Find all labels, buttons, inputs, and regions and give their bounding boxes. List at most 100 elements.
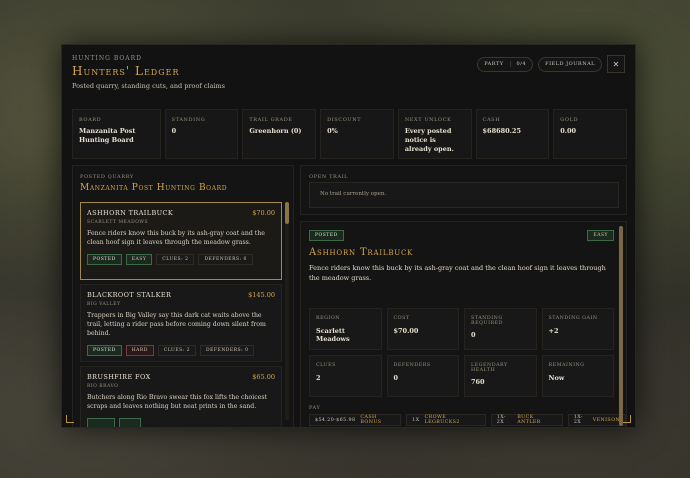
pay-amount: 1x-2x (573, 415, 583, 425)
stat-cash: Cash $68680.25 (475, 109, 550, 159)
pay-item-venison: 1x-2x Venison (567, 414, 626, 426)
detail-difficulty-badge: Easy (587, 230, 614, 241)
quarry-name: Brushfire Fox (87, 373, 151, 381)
quarry-price: $70.00 (252, 209, 275, 217)
stat-value: 0.00 (560, 127, 577, 135)
detail-cell-defenders: Defenders 0 (386, 355, 459, 397)
stat-next-unlock: Next Unlock Every posted notice is alrea… (397, 109, 472, 159)
stat-trail-grade: Trail Grade Greenhorn (0) (242, 109, 317, 159)
scrollbar-thumb[interactable] (285, 202, 289, 224)
pay-item-buck-antler: 1x-2x Buck Antler (490, 414, 563, 426)
detail-cell-legendary-health: Legendary Health 760 (464, 355, 537, 397)
defenders-badge: Defenders: 0 (198, 253, 253, 265)
stat-label: Board (79, 117, 102, 123)
quarry-item-blackroot-stalker[interactable]: Blackroot Stalker $145.00 Big Valley Tra… (80, 284, 282, 362)
close-icon: ✕ (612, 59, 620, 69)
cell-label: Clues (316, 363, 336, 368)
detail-column: Open Trail No trail currently open. Post… (300, 165, 627, 427)
detail-title: Ashhorn Trailbuck (309, 247, 414, 258)
status-badge: Posted (87, 344, 122, 356)
scrollbar-thumb[interactable] (619, 226, 623, 426)
pay-amount: 1x (412, 417, 420, 423)
clues-badge: Clues: 2 (156, 253, 195, 265)
pay-item-legbucks: 1x Crowe Legbucks2 (406, 414, 486, 426)
quarry-name: Ashhorn Trailbuck (87, 209, 174, 217)
corner-ornament (623, 415, 631, 423)
quarry-list-scrollbar[interactable] (285, 202, 289, 420)
party-button[interactable]: Party 0/4 (477, 56, 534, 72)
close-button[interactable]: ✕ (607, 55, 625, 73)
party-count: 0/4 (509, 61, 527, 67)
quarry-description: Trappers in Big Valley say this dark cat… (87, 312, 266, 337)
corner-ornament (66, 415, 74, 423)
quarry-item-brushfire-fox[interactable]: Brushfire Fox $65.00 Rio Bravo Butchers … (80, 366, 282, 427)
stat-value: $68680.25 (482, 127, 521, 135)
quarry-name: Blackroot Stalker (87, 291, 172, 299)
hunters-ledger-panel: Hunting Board Hunters' Ledger Posted qua… (61, 44, 636, 428)
pay-name: Venison (592, 417, 621, 423)
stat-gold: Gold 0.00 (553, 109, 627, 159)
page-subtitle: Posted quarry, standing cuts, and proof … (72, 82, 226, 90)
cell-label: Cost (393, 316, 410, 321)
quarry-item-ashhorn-trailbuck[interactable]: Ashhorn Trailbuck $70.00 Scarlett Meadow… (80, 202, 282, 280)
pay-amount: $54.20-$65.98 (315, 417, 356, 423)
cell-value: Now (548, 374, 565, 382)
stat-label: Next Unlock (404, 117, 452, 123)
open-trail-label: Open Trail (309, 174, 349, 180)
difficulty-badge (119, 417, 141, 427)
detail-cell-remaining: Remaining Now (541, 355, 614, 397)
cell-label: Defenders (393, 363, 431, 368)
stat-label: Discount (327, 117, 362, 123)
quarry-description: Fence riders know this buck by its ash-g… (87, 230, 265, 246)
stat-value: Every posted notice is already open. (404, 127, 454, 153)
party-label: Party (484, 61, 504, 67)
detail-cell-standing-required: Standing Required 0 (464, 308, 537, 350)
quarry-region: Big Valley (87, 302, 121, 307)
stat-value: Manzanita Post Hunting Board (79, 127, 136, 144)
status-badge: Posted (87, 253, 122, 265)
board-title: Manzanita Post Hunting Board (80, 183, 228, 193)
status-badge (87, 417, 115, 427)
field-journal-button[interactable]: Field Journal (538, 56, 602, 72)
quarry-eyebrow: Posted Quarry (80, 174, 134, 180)
detail-cell-cost: Cost $70.00 (386, 308, 459, 350)
difficulty-badge: Hard (125, 344, 154, 356)
defenders-badge: Defenders: 0 (200, 344, 255, 356)
difficulty-badge: Easy (125, 253, 153, 265)
field-journal-label: Field Journal (545, 61, 595, 67)
cell-label: Legendary Health (471, 363, 508, 373)
stat-board: Board Manzanita Post Hunting Board (72, 109, 161, 159)
quarry-description: Butchers along Rio Bravo swear this fox … (87, 394, 267, 410)
cell-value: $70.00 (393, 327, 419, 335)
open-trail-panel: Open Trail No trail currently open. (300, 165, 627, 215)
cell-value: 0 (393, 374, 399, 382)
quarry-price: $145.00 (248, 291, 275, 299)
detail-scrollbar[interactable] (619, 226, 623, 426)
stat-label: Gold (560, 117, 579, 123)
detail-cell-standing-gain: Standing Gain +2 (541, 308, 614, 350)
cell-label: Region (316, 316, 340, 321)
pay-name: Crowe Legbucks2 (424, 415, 460, 425)
stat-value: 0% (327, 127, 338, 135)
cell-value: 760 (471, 378, 485, 386)
pay-label: Pay (309, 405, 321, 411)
cell-value: 2 (316, 374, 321, 382)
quarry-region: Rio Bravo (87, 384, 119, 389)
cell-value: 0 (471, 331, 476, 339)
open-trail-empty: No trail currently open. (309, 182, 619, 208)
detail-cell-clues: Clues 2 (309, 355, 382, 397)
stat-label: Standing (171, 117, 206, 123)
clues-badge: Clues: 2 (157, 344, 197, 356)
header-actions: Party 0/4 Field Journal ✕ (477, 55, 625, 73)
stat-label: Cash (482, 117, 501, 123)
detail-cell-region: Region Scarlett Meadows (309, 308, 382, 350)
pay-name: Buck Antler (517, 415, 541, 425)
quarry-list-panel: Posted Quarry Manzanita Post Hunting Boa… (72, 165, 294, 427)
stat-label: Trail Grade (249, 117, 293, 123)
detail-status-badge: Posted (309, 230, 344, 241)
quarry-region: Scarlett Meadows (87, 220, 149, 225)
cell-label: Standing Required (471, 316, 503, 326)
stat-value: Greenhorn (0) (249, 127, 302, 135)
stat-discount: Discount 0% (320, 109, 394, 159)
cell-value: +2 (548, 327, 559, 335)
